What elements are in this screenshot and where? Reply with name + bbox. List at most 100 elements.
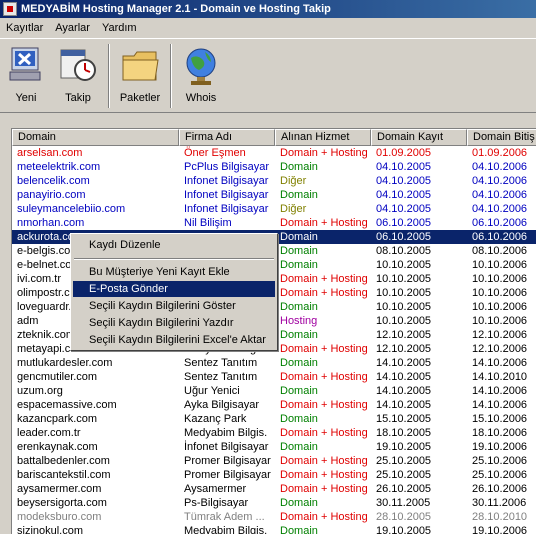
paketler-button[interactable]: Paketler (116, 42, 164, 110)
cell-domain: battalbedenler.com (17, 455, 110, 467)
cell-firma: Ps-Bilgisayar (184, 497, 249, 509)
cell-kayit: 12.10.2005 (376, 329, 432, 341)
menu-kayitlar[interactable]: Kayıtlar (0, 22, 49, 34)
menu-yardim[interactable]: Yardım (96, 22, 143, 34)
cell-domain: arselsan.com (17, 147, 83, 159)
table-row[interactable]: espacemassive.com Ayka Bilgisayar Domain +… (12, 398, 536, 412)
table-row[interactable]: erenkaynak.com İnfonet Bilgisayar Domain 19… (12, 440, 536, 454)
whois-button[interactable]: Whois (178, 42, 224, 110)
ctx-kaydi-duzenle[interactable]: Kaydı Düzenle (73, 237, 275, 253)
cell-bitis: 26.10.2006 (472, 483, 528, 495)
cell-hizmet: Diğer (280, 203, 307, 215)
header-firma[interactable]: Firma Adı (179, 129, 275, 146)
whois-label: Whois (185, 92, 217, 104)
cell-bitis: 08.10.2006 (472, 245, 528, 257)
cell-hizmet: Domain (280, 161, 318, 173)
table-row[interactable]: arselsan.com Öner Eşmen Domain + Hosting 01… (12, 146, 536, 160)
toolbar-separator (108, 44, 110, 108)
cell-kayit: 10.10.2005 (376, 315, 432, 327)
cell-bitis: 10.10.2006 (472, 301, 528, 313)
header-bitis[interactable]: Domain Bitiş (467, 129, 536, 146)
cell-kayit: 04.10.2005 (376, 161, 432, 173)
cell-bitis: 04.10.2006 (472, 203, 528, 215)
cell-firma: Promer Bilgisayar (184, 469, 271, 481)
ctx-bilgileri-goster[interactable]: Seçili Kaydın Bilgilerini Göster (73, 298, 275, 314)
header-hizmet[interactable]: Alınan Hizmet (275, 129, 371, 146)
table-row[interactable]: bariscantekstil.com Promer Bilgisayar Doma… (12, 468, 536, 482)
table-row[interactable]: leader.com.tr Medyabim Bilgis. Domain + Ho… (12, 426, 536, 440)
folder-icon (122, 51, 159, 81)
table-row[interactable]: modeksburo.com Tümrak Adem ... Domain + Ho… (12, 510, 536, 524)
cell-bitis: 14.10.2010 (472, 371, 528, 383)
cell-kayit: 18.10.2005 (376, 427, 432, 439)
cell-domain: espacemassive.com (17, 399, 117, 411)
cell-firma: Medyabim Bilgis. (184, 427, 268, 439)
cell-kayit: 19.10.2005 (376, 441, 432, 453)
title-bar: MEDYABİM Hosting Manager 2.1 - Domain ve… (0, 0, 536, 18)
cell-domain: bariscantekstil.com (17, 469, 111, 481)
context-menu: Kaydı Düzenle Bu Müşteriye Yeni Kayıt Ek… (70, 233, 278, 351)
app-icon (3, 2, 17, 16)
cell-bitis: 12.10.2006 (472, 343, 528, 355)
table-row[interactable]: aysamermer.com Aysamermer Domain + Hosting… (12, 482, 536, 496)
cell-kayit: 10.10.2005 (376, 287, 432, 299)
cell-kayit: 06.10.2005 (376, 231, 432, 243)
cell-hizmet: Domain + Hosting (280, 273, 368, 285)
yeni-button[interactable]: Yeni (4, 42, 48, 110)
cell-kayit: 28.10.2005 (376, 511, 432, 523)
cell-hizmet: Domain + Hosting (280, 399, 368, 411)
cell-hizmet: Domain (280, 413, 318, 425)
table-row[interactable]: uzum.org Uğur Yenici Domain 14.10.2005 14.10… (12, 384, 536, 398)
yeni-label: Yeni (15, 92, 37, 104)
table-row[interactable]: meteelektrik.com PcPlus Bilgisayar Domain 0… (12, 160, 536, 174)
table-row[interactable]: mutlukardesler.com Sentez Tanıtım Domain 14… (12, 356, 536, 370)
cell-hizmet: Domain + Hosting (280, 483, 368, 495)
cell-bitis: 25.10.2006 (472, 469, 528, 481)
cell-bitis: 04.10.2006 (472, 161, 528, 173)
ctx-bilgileri-yazdir[interactable]: Seçili Kaydın Bilgilerini Yazdır (73, 315, 275, 331)
cell-bitis: 10.10.2006 (472, 315, 528, 327)
header-kayit[interactable]: Domain Kayıt (371, 129, 467, 146)
cell-hizmet: Domain (280, 231, 318, 243)
table-row[interactable]: beysersigorta.com Ps-Bilgisayar Domain 30.1… (12, 496, 536, 510)
table-row[interactable]: suleymancelebiio.com Infonet Bilgisayar Di… (12, 202, 536, 216)
table-row[interactable]: belencelik.com Infonet Bilgisayar Diğer 04.… (12, 174, 536, 188)
cell-kayit: 10.10.2005 (376, 273, 432, 285)
ctx-eposta-gonder[interactable]: E-Posta Gönder (73, 281, 275, 297)
cell-domain: mutlukardesler.com (17, 357, 113, 369)
cell-bitis: 06.10.2006 (472, 217, 528, 229)
cell-domain: aysamermer.com (17, 483, 102, 495)
table-row[interactable]: nmorhan.com Nil Bilişim Domain + Hosting 06… (12, 216, 536, 230)
toolbar: Yeni Takip Paketler Whois (0, 40, 536, 113)
cell-firma: Sentez Tanıtım (184, 357, 258, 369)
cell-kayit: 14.10.2005 (376, 371, 432, 383)
cell-domain: erenkaynak.com (17, 441, 98, 453)
cell-hizmet: Domain + Hosting (280, 511, 368, 523)
table-row[interactable]: kazancpark.com Kazanç Park Domain 15.10.200… (12, 412, 536, 426)
ctx-excel-aktar[interactable]: Seçili Kaydın Bilgilerini Excel'e Aktar (73, 332, 275, 348)
ctx-yeni-kayit-ekle[interactable]: Bu Müşteriye Yeni Kayıt Ekle (73, 264, 275, 280)
cell-bitis: 06.10.2006 (472, 231, 528, 243)
header-domain[interactable]: Domain (12, 129, 179, 146)
cell-bitis: 04.10.2006 (472, 189, 528, 201)
takip-button[interactable]: Takip (56, 42, 100, 110)
table-row[interactable]: panayirio.com Infonet Bilgisayar Domain 04.… (12, 188, 536, 202)
menu-ayarlar[interactable]: Ayarlar (49, 22, 96, 34)
cell-domain: beysersigorta.com (17, 497, 107, 509)
cell-bitis: 04.10.2006 (472, 175, 528, 187)
menu-bar: Kayıtlar Ayarlar Yardım (0, 18, 536, 39)
cell-bitis: 14.10.2006 (472, 385, 528, 397)
cell-domain: belencelik.com (17, 175, 90, 187)
cell-hizmet: Domain + Hosting (280, 371, 368, 383)
cell-hizmet: Domain (280, 357, 318, 369)
cell-hizmet: Diğer (280, 175, 307, 187)
cell-hizmet: Domain (280, 385, 318, 397)
cell-bitis: 28.10.2010 (472, 511, 528, 523)
cell-kayit: 15.10.2005 (376, 413, 432, 425)
cell-bitis: 12.10.2006 (472, 329, 528, 341)
cell-firma: Kazanç Park (184, 413, 247, 425)
cell-hizmet: Domain + Hosting (280, 343, 368, 355)
table-row[interactable]: battalbedenler.com Promer Bilgisayar Domai… (12, 454, 536, 468)
cell-kayit: 08.10.2005 (376, 245, 432, 257)
table-row[interactable]: gencmutiler.com Sentez Tanıtım Domain + Ho… (12, 370, 536, 384)
